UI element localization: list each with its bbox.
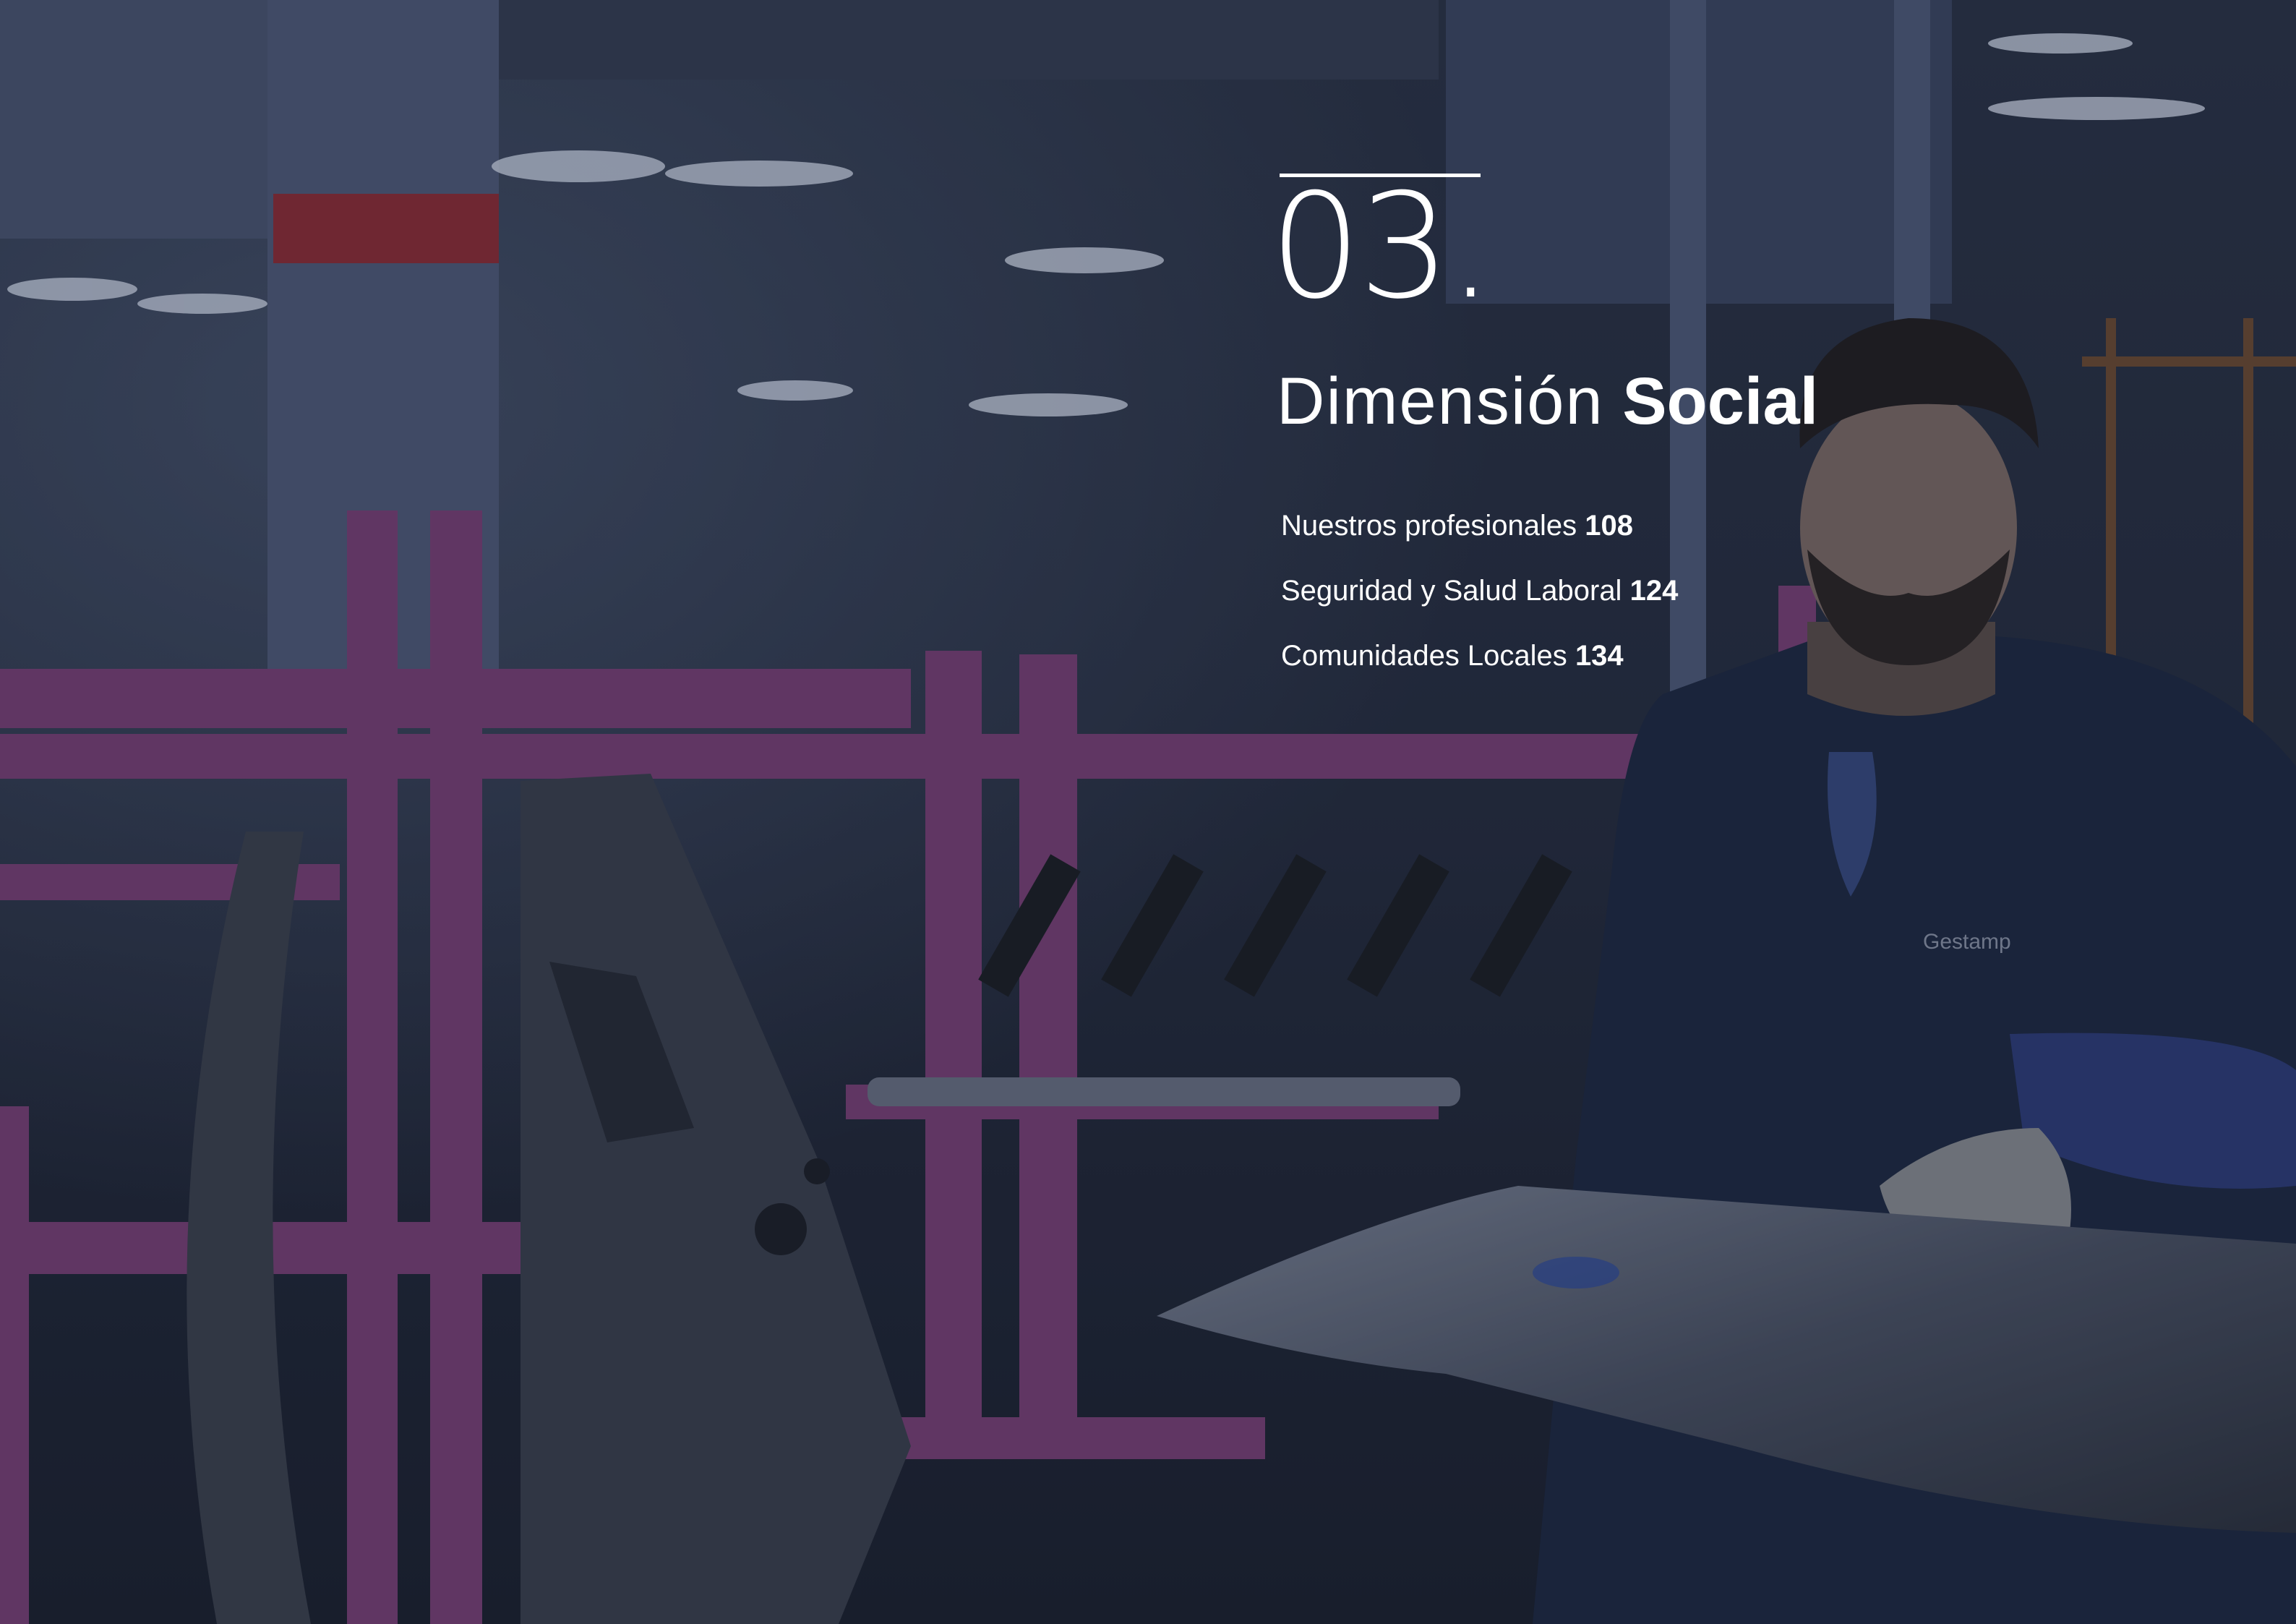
toc-item-label: Seguridad y Salud Laboral xyxy=(1281,575,1622,607)
chapter-title: Dimensión Social xyxy=(1277,362,1818,441)
chapter-number: 03. xyxy=(1269,163,1494,331)
table-of-contents: Nuestros profesionales 108 Seguridad y S… xyxy=(1281,493,1678,688)
toc-item-label: Comunidades Locales xyxy=(1281,640,1567,672)
toc-item-page: 124 xyxy=(1629,575,1679,607)
toc-item[interactable]: Nuestros profesionales 108 xyxy=(1281,493,1678,558)
toc-item-page: 134 xyxy=(1575,640,1624,672)
toc-item[interactable]: Comunidades Locales 134 xyxy=(1281,623,1678,688)
toc-item-label: Nuestros profesionales xyxy=(1281,510,1577,542)
chapter-title-light: Dimensión xyxy=(1277,364,1604,438)
chapter-title-bold: Social xyxy=(1622,364,1819,438)
toc-item[interactable]: Seguridad y Salud Laboral 124 xyxy=(1281,558,1678,623)
chapter-cover: 03. Dimensión Social Nuestros profesiona… xyxy=(0,0,2296,1624)
toc-item-page: 108 xyxy=(1585,510,1633,542)
